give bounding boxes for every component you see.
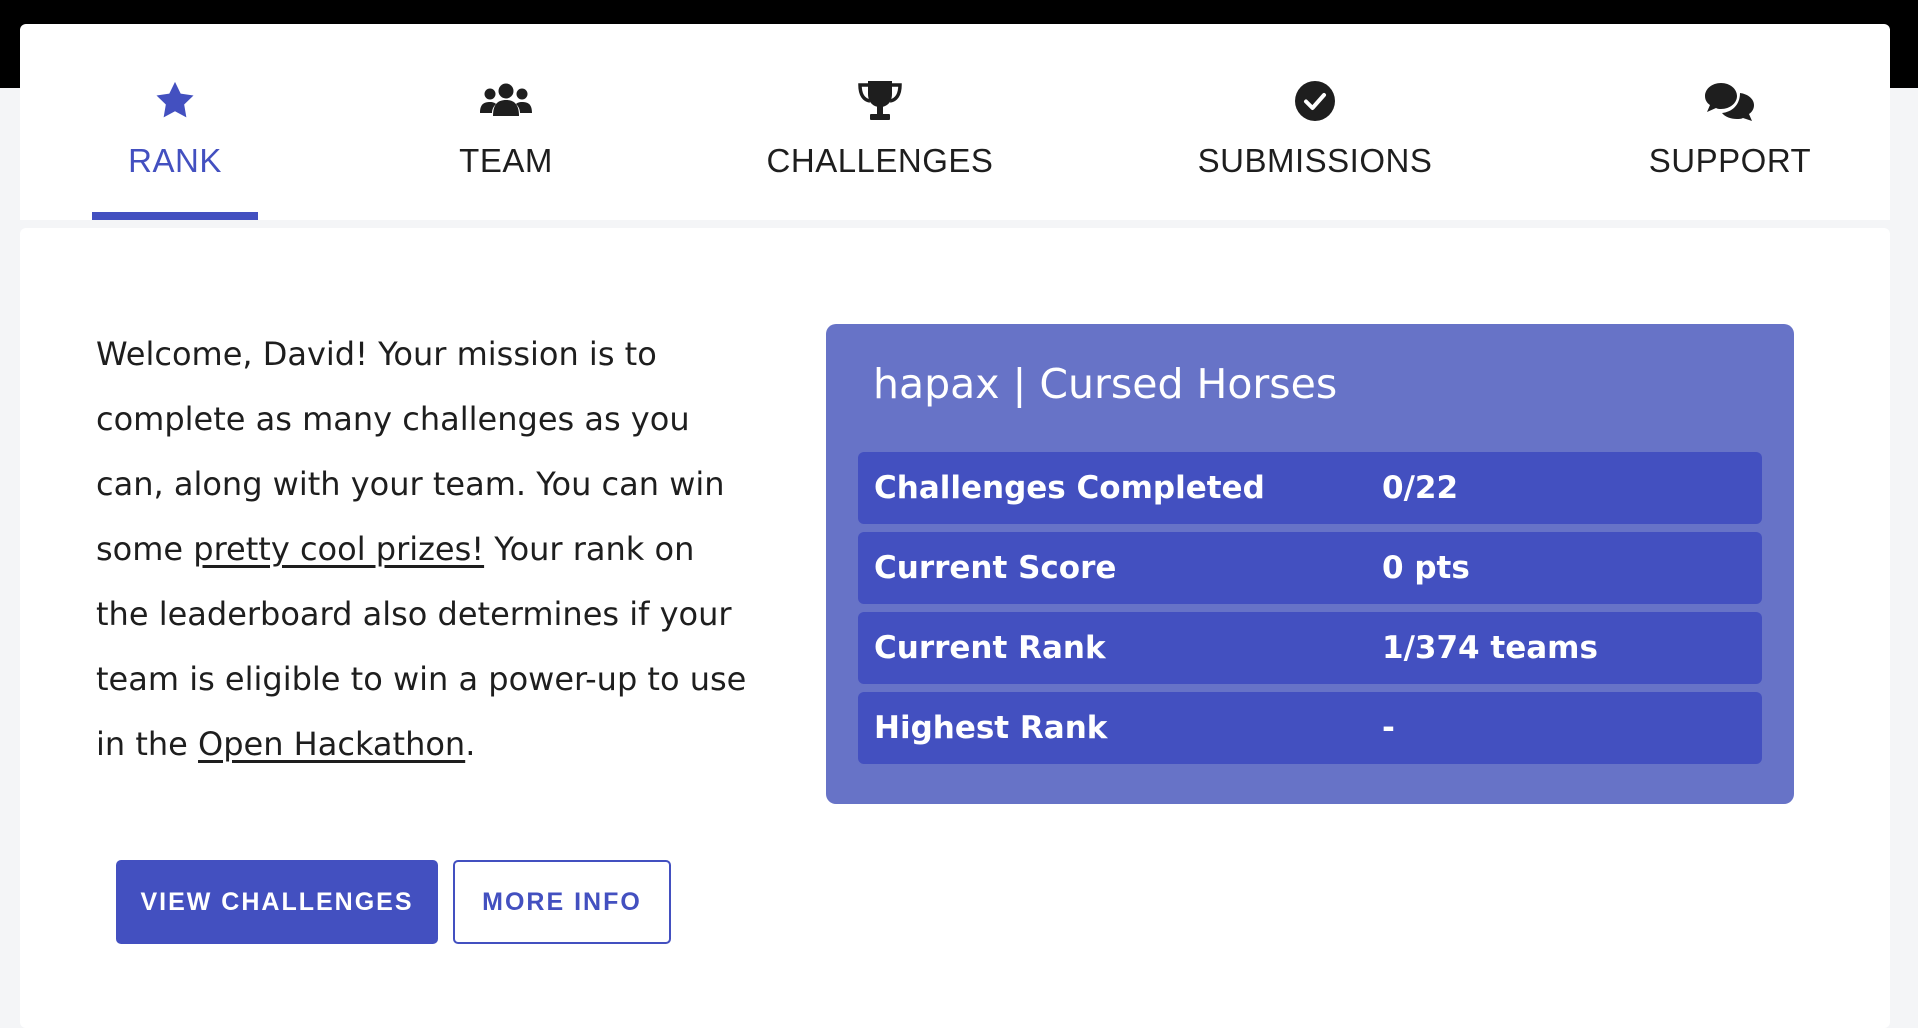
- stat-value: -: [1382, 710, 1395, 746]
- more-info-button[interactable]: MORE INFO: [453, 860, 671, 944]
- stat-label: Challenges Completed: [874, 470, 1265, 506]
- stat-row-challenges-completed: Challenges Completed 0/22: [858, 452, 1762, 524]
- tab-label: SUBMISSIONS: [1197, 142, 1433, 179]
- team-name: hapax | Cursed Horses: [873, 360, 1338, 408]
- welcome-end: .: [465, 725, 476, 763]
- welcome-text: Welcome, David! Your mission is to compl…: [96, 322, 756, 777]
- prizes-link[interactable]: pretty cool prizes!: [193, 530, 484, 568]
- active-tab-indicator: [92, 212, 258, 220]
- stat-label: Highest Rank: [874, 710, 1108, 746]
- tab-challenges[interactable]: CHALLENGES: [755, 24, 1005, 220]
- stat-row-highest-rank: Highest Rank -: [858, 692, 1762, 764]
- team-stats-card: hapax | Cursed Horses Challenges Complet…: [826, 324, 1794, 804]
- tab-label: CHALLENGES: [766, 142, 994, 179]
- check-circle-icon: [1293, 76, 1337, 126]
- stat-row-current-rank: Current Rank 1/374 teams: [858, 612, 1762, 684]
- tab-support[interactable]: SUPPORT: [1630, 24, 1830, 220]
- stat-value: 0 pts: [1382, 550, 1470, 586]
- trophy-icon: [857, 76, 903, 126]
- tab-label: TEAM: [459, 142, 553, 179]
- users-icon: [479, 76, 533, 126]
- comments-icon: [1703, 76, 1757, 126]
- stat-value: 1/374 teams: [1382, 630, 1598, 666]
- stat-row-current-score: Current Score 0 pts: [858, 532, 1762, 604]
- open-hackathon-link[interactable]: Open Hackathon: [198, 725, 465, 763]
- tab-label: RANK: [128, 142, 222, 179]
- tab-bar: RANK TEAM CHALLENGES SUBMISSIONS SUPPORT: [20, 24, 1890, 220]
- view-challenges-button[interactable]: VIEW CHALLENGES: [116, 860, 438, 944]
- tab-rank[interactable]: RANK: [92, 24, 258, 220]
- stat-label: Current Rank: [874, 630, 1106, 666]
- tab-submissions[interactable]: SUBMISSIONS: [1190, 24, 1440, 220]
- tab-team[interactable]: TEAM: [406, 24, 606, 220]
- stat-label: Current Score: [874, 550, 1117, 586]
- star-icon: [153, 76, 197, 126]
- tab-label: SUPPORT: [1648, 142, 1812, 179]
- stat-value: 0/22: [1382, 470, 1459, 506]
